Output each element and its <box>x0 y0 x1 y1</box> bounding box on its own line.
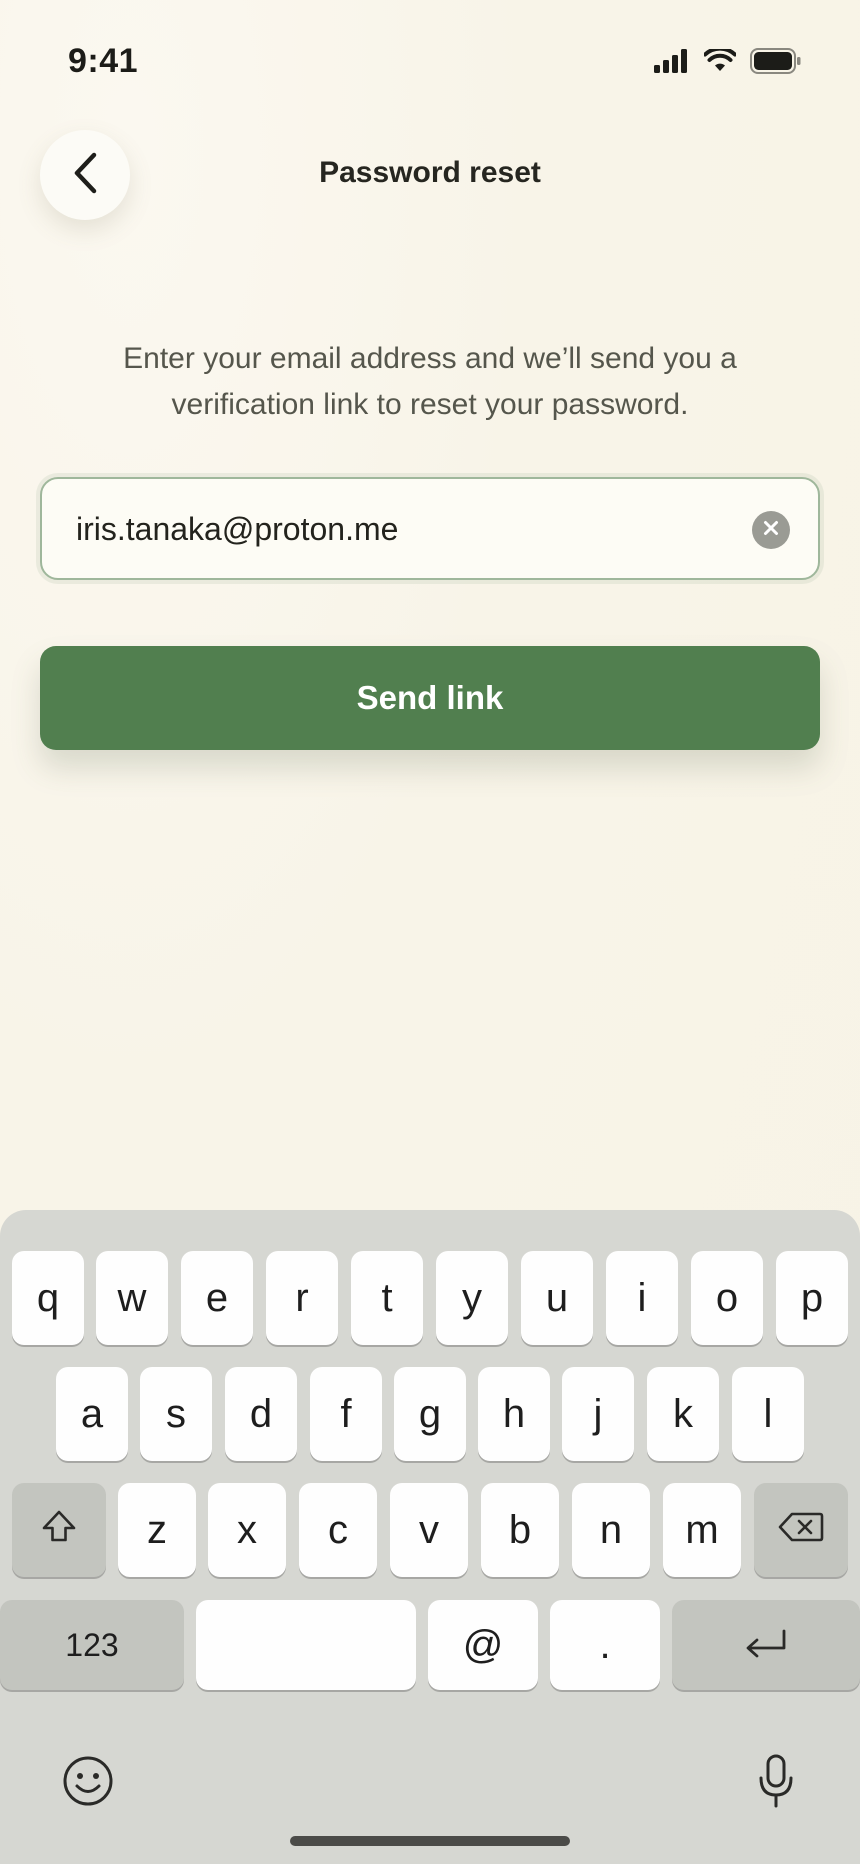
return-icon <box>744 1623 788 1668</box>
wifi-icon <box>703 46 737 78</box>
key-y[interactable]: y <box>436 1251 508 1345</box>
key-r[interactable]: r <box>266 1251 338 1345</box>
home-indicator <box>290 1836 570 1846</box>
key-g[interactable]: g <box>394 1367 466 1461</box>
status-icons <box>654 46 802 79</box>
key-x[interactable]: x <box>208 1483 286 1577</box>
emoji-icon <box>62 1755 114 1812</box>
status-time: 9:41 <box>68 42 139 80</box>
numbers-key[interactable]: 123 <box>0 1600 184 1690</box>
dot-key[interactable]: . <box>550 1600 660 1690</box>
key-b[interactable]: b <box>481 1483 559 1577</box>
battery-icon <box>750 48 802 79</box>
key-c[interactable]: c <box>299 1483 377 1577</box>
key-f[interactable]: f <box>310 1367 382 1461</box>
on-screen-keyboard: q w e r t y u i o p a s d f g h j k l z … <box>0 1210 860 1864</box>
send-link-button[interactable]: Send link <box>40 646 820 750</box>
key-k[interactable]: k <box>647 1367 719 1461</box>
return-key[interactable] <box>672 1600 860 1690</box>
key-a[interactable]: a <box>56 1367 128 1461</box>
key-h[interactable]: h <box>478 1367 550 1461</box>
key-o[interactable]: o <box>691 1251 763 1345</box>
email-field[interactable]: iris.tanaka@proton.me <box>40 477 820 580</box>
key-i[interactable]: i <box>606 1251 678 1345</box>
key-p[interactable]: p <box>776 1251 848 1345</box>
key-n[interactable]: n <box>572 1483 650 1577</box>
instructions-text: Enter your email address and we’ll send … <box>123 342 737 421</box>
at-key[interactable]: @ <box>428 1600 538 1690</box>
key-e[interactable]: e <box>181 1251 253 1345</box>
key-m[interactable]: m <box>663 1483 741 1577</box>
key-v[interactable]: v <box>390 1483 468 1577</box>
space-key[interactable] <box>196 1600 416 1690</box>
backspace-icon <box>778 1508 824 1553</box>
dictation-button[interactable] <box>752 1752 800 1814</box>
password-reset-screen: 9:41 Password reset Enter your email add… <box>0 0 860 1864</box>
key-u[interactable]: u <box>521 1251 593 1345</box>
close-icon <box>763 520 779 541</box>
cellular-signal-icon <box>654 49 690 78</box>
email-input-value: iris.tanaka@proton.me <box>76 511 399 547</box>
microphone-icon <box>756 1753 796 1814</box>
key-t[interactable]: t <box>351 1251 423 1345</box>
key-q[interactable]: q <box>12 1251 84 1345</box>
clear-input-button[interactable] <box>752 511 790 549</box>
emoji-button[interactable] <box>60 1755 116 1811</box>
status-bar: 9:41 <box>0 0 860 120</box>
key-s[interactable]: s <box>140 1367 212 1461</box>
shift-icon <box>41 1508 77 1553</box>
shift-key[interactable] <box>12 1483 106 1577</box>
key-z[interactable]: z <box>118 1483 196 1577</box>
key-d[interactable]: d <box>225 1367 297 1461</box>
key-w[interactable]: w <box>96 1251 168 1345</box>
backspace-key[interactable] <box>754 1483 848 1577</box>
key-l[interactable]: l <box>732 1367 804 1461</box>
page-title: Password reset <box>319 156 541 189</box>
key-j[interactable]: j <box>562 1367 634 1461</box>
